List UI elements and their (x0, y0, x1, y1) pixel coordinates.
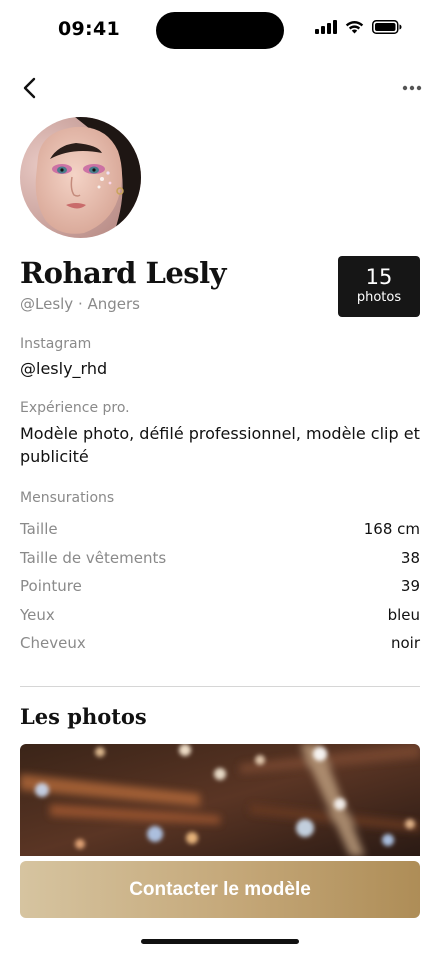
profile-handle-location: @Lesly · Angers (20, 295, 140, 313)
section-divider (20, 686, 420, 687)
cellular-signal-icon (315, 20, 337, 34)
measurement-key: Taille de vêtements (20, 549, 167, 567)
avatar (20, 117, 141, 238)
back-button[interactable] (14, 72, 46, 104)
measurement-key: Yeux (20, 606, 55, 624)
measurement-row-hair: Cheveux noir (20, 632, 420, 654)
measurement-key: Cheveux (20, 634, 86, 652)
measurement-row-shoe-size: Pointure 39 (20, 575, 420, 597)
measurement-row-height: Taille 168 cm (20, 518, 420, 540)
more-options-button[interactable] (396, 72, 428, 104)
home-indicator (141, 939, 299, 944)
status-time: 09:41 (58, 18, 120, 40)
status-icons (315, 20, 402, 34)
measurement-value: noir (390, 634, 420, 652)
measurement-value: bleu (387, 606, 420, 624)
dynamic-island (156, 12, 284, 49)
status-bar: 09:41 (0, 0, 440, 60)
measurement-value: 38 (400, 549, 420, 567)
measurement-row-eyes: Yeux bleu (20, 604, 420, 626)
measurement-key: Taille (20, 520, 58, 538)
more-horizontal-icon (402, 85, 422, 91)
measurement-value: 39 (400, 577, 420, 595)
measurement-value: 168 cm (363, 520, 420, 538)
photos-count: 15 (365, 265, 393, 289)
chevron-left-icon (23, 77, 36, 99)
photos-section-title: Les photos (20, 704, 147, 729)
instagram-label: Instagram (20, 336, 92, 352)
experience-label: Expérience pro. (20, 400, 130, 416)
experience-value: Modèle photo, défilé professionnel, modè… (20, 424, 420, 466)
photos-label: photos (356, 290, 402, 305)
instagram-handle[interactable]: @lesly_rhd (20, 359, 107, 378)
measurement-key: Pointure (20, 577, 82, 595)
avatar-portrait-image (20, 117, 141, 238)
measurements-label: Mensurations (20, 490, 115, 506)
battery-icon (372, 20, 402, 34)
profile-name: Rohard Lesly (20, 256, 227, 290)
measurement-row-clothing-size: Taille de vêtements 38 (20, 547, 420, 569)
wifi-icon (345, 21, 364, 34)
photo-thumbnail[interactable] (20, 744, 420, 856)
photos-count-badge[interactable]: 15 photos (338, 256, 420, 317)
contact-model-button[interactable]: Contacter le modèle (20, 861, 420, 918)
bokeh-photo-image (20, 744, 420, 856)
